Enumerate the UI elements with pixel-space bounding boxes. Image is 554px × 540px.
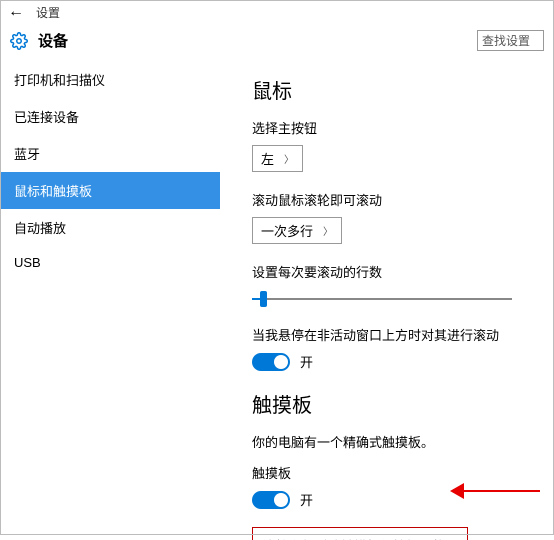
touchpad-state: 开 — [300, 490, 313, 509]
chevron-down-icon: 〉 — [323, 223, 333, 238]
mouse-section-title: 鼠标 — [252, 75, 554, 104]
titlebar: ← 设置 — [0, 0, 554, 24]
sidebar-item-printers[interactable]: 打印机和扫描仪 — [0, 61, 220, 98]
sidebar: 打印机和扫描仪 已连接设备 蓝牙 鼠标和触摸板 自动播放 USB — [0, 61, 220, 540]
wheel-scroll-value: 一次多行 — [261, 221, 313, 240]
chevron-down-icon: 〉 — [284, 151, 294, 166]
page-title: 设备 — [38, 30, 68, 51]
inactive-scroll-state: 开 — [300, 352, 313, 371]
primary-button-select[interactable]: 左 〉 — [252, 145, 303, 172]
gear-icon — [10, 32, 28, 50]
header: 设备 查找设置 — [0, 24, 554, 61]
sidebar-item-autoplay[interactable]: 自动播放 — [0, 209, 220, 246]
titlebar-text: 设置 — [36, 4, 60, 21]
sidebar-item-usb[interactable]: USB — [0, 246, 220, 279]
sidebar-item-connected-devices[interactable]: 已连接设备 — [0, 98, 220, 135]
inactive-scroll-toggle[interactable] — [252, 353, 290, 371]
lines-per-scroll-label: 设置每次要滚动的行数 — [252, 262, 554, 281]
inactive-scroll-label: 当我悬停在非活动窗口上方时对其进行滚动 — [252, 325, 554, 344]
primary-button-label: 选择主按钮 — [252, 118, 554, 137]
sidebar-item-bluetooth[interactable]: 蓝牙 — [0, 135, 220, 172]
touchpad-section-title: 触摸板 — [252, 389, 554, 418]
annotation-arrow — [450, 483, 540, 499]
highlighted-setting: 连接鼠标时让触摸板保持打开状态 开 — [252, 527, 468, 540]
sidebar-item-mouse-touchpad[interactable]: 鼠标和触摸板 — [0, 172, 220, 209]
content-pane: 鼠标 选择主按钮 左 〉 滚动鼠标滚轮即可滚动 一次多行 〉 设置每次要滚动的行… — [220, 61, 554, 540]
back-button[interactable]: ← — [8, 3, 24, 21]
keep-touchpad-on-label: 连接鼠标时让触摸板保持打开状态 — [263, 536, 457, 540]
slider-thumb[interactable] — [260, 291, 267, 307]
wheel-scroll-label: 滚动鼠标滚轮即可滚动 — [252, 190, 554, 209]
wheel-scroll-select[interactable]: 一次多行 〉 — [252, 217, 342, 244]
touchpad-description: 你的电脑有一个精确式触摸板。 — [252, 432, 554, 451]
search-input[interactable]: 查找设置 — [477, 30, 544, 51]
touchpad-label: 触摸板 — [252, 463, 554, 482]
primary-button-value: 左 — [261, 149, 274, 168]
touchpad-toggle[interactable] — [252, 491, 290, 509]
lines-per-scroll-slider[interactable] — [252, 289, 512, 309]
